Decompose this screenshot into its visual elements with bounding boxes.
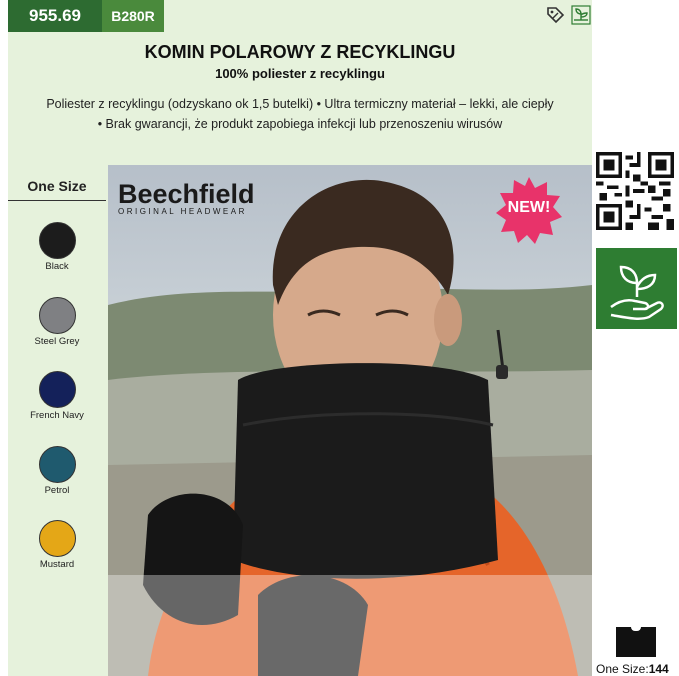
size-quantity-value: 144: [648, 662, 669, 676]
color-swatch-mustard[interactable]: Mustard: [8, 520, 106, 570]
new-badge: NEW!: [494, 175, 564, 245]
size-quantity: One Size:144: [596, 662, 679, 676]
qr-code-icon[interactable]: [596, 152, 674, 230]
product-subtitle: 100% poliester z recyklingu: [215, 66, 385, 81]
top-bar: 955.69 B280R: [8, 0, 592, 32]
swatch-dot: [38, 297, 76, 334]
description-line-2: • Brak gwarancji, że produkt zapobiega i…: [97, 117, 503, 131]
new-badge-label: NEW!: [507, 199, 551, 216]
swatch-dot: [38, 371, 76, 408]
photo-fade: [108, 575, 592, 676]
plant-icon: [570, 4, 592, 26]
swatch-label: Petrol: [44, 485, 70, 496]
product-code: B280R: [102, 0, 164, 32]
top-icons: [544, 4, 592, 26]
description-line-1: Poliester z recyklingu (odzyskano ok 1,5…: [46, 97, 554, 111]
brand-logo: Beechfield ORIGINAL HEADWEAR: [118, 179, 255, 216]
plant-hand-icon: [596, 248, 677, 329]
color-swatch-petrol[interactable]: Petrol: [8, 446, 106, 496]
size-heading: One Size: [8, 178, 106, 201]
swatch-dot: [38, 222, 76, 259]
swatch-label: Mustard: [39, 559, 75, 570]
swatch-label: Steel Grey: [34, 336, 80, 347]
size-icon: [616, 627, 656, 657]
size-quantity-label: One Size:: [596, 662, 649, 676]
swatch-dot: [38, 520, 76, 557]
color-swatch-black[interactable]: Black: [8, 222, 106, 272]
swatch-label: French Navy: [30, 410, 84, 421]
brand-tagline: ORIGINAL HEADWEAR: [118, 207, 247, 216]
price-label: 955.69: [8, 0, 102, 32]
swatch-label: Black: [45, 261, 69, 272]
color-swatch-steel-grey[interactable]: Steel Grey: [8, 297, 106, 347]
product-photo: Beechfield ORIGINAL HEADWEAR NEW!: [108, 165, 592, 676]
brand-name: Beechfield: [118, 179, 255, 209]
product-title: KOMIN POLAROWY Z RECYKLINGU: [144, 42, 456, 62]
color-swatch-french-navy[interactable]: French Navy: [8, 371, 106, 421]
swatch-dot: [38, 446, 76, 483]
percent-tag-icon: [544, 4, 566, 26]
product-description: Poliester z recyklingu (odzyskano ok 1,5…: [8, 94, 592, 134]
